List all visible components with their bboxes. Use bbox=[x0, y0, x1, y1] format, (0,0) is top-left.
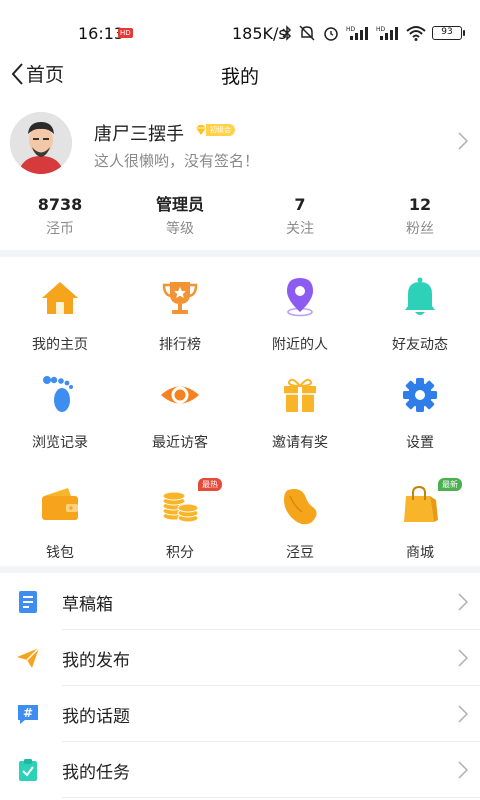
menu-item-my-posts[interactable]: 我的发布 bbox=[0, 630, 480, 686]
grid-item-mall[interactable]: 最新 商城 bbox=[360, 472, 480, 568]
menu-item-label: 我的任务 bbox=[62, 763, 130, 783]
signature: 这人很懒哟，没有签名！ bbox=[94, 152, 260, 170]
chevron-right-icon bbox=[458, 132, 468, 150]
status-bar: 16:13 HD 185K/s HD HD 93 bbox=[0, 0, 480, 52]
wallet-icon bbox=[42, 488, 78, 520]
section-divider bbox=[0, 250, 480, 257]
grid-item-label: 我的主页 bbox=[32, 337, 88, 353]
grid-item-label: 浏览记录 bbox=[32, 435, 88, 451]
grid-item-nearby[interactable]: 附近的人 bbox=[240, 264, 360, 360]
grid-item-friend-feed[interactable]: 好友动态 bbox=[360, 264, 480, 360]
section-divider bbox=[0, 566, 480, 573]
menu-item-label: 草稿箱 bbox=[62, 595, 113, 615]
stat-value: 管理员 bbox=[155, 195, 204, 214]
bean-icon bbox=[284, 489, 317, 525]
chevron-right-icon bbox=[458, 705, 468, 723]
trophy-icon bbox=[162, 282, 198, 314]
stat-value: 12 bbox=[408, 195, 432, 214]
menu-item-my-tasks[interactable]: 我的任务 bbox=[0, 742, 480, 798]
alarm-icon bbox=[324, 27, 338, 41]
hashtag-icon: # bbox=[18, 705, 38, 724]
battery-indicator: 93 bbox=[432, 26, 465, 40]
location-pin-icon bbox=[287, 278, 313, 317]
grid-item-label: 最近访客 bbox=[152, 435, 208, 451]
stat-label: 泾币 bbox=[46, 221, 74, 237]
stat-following[interactable]: 7 关注 bbox=[240, 192, 360, 242]
hot-tag: 最热 bbox=[198, 478, 222, 491]
paper-plane-icon bbox=[17, 647, 40, 668]
level-badge: 初级会 bbox=[194, 122, 240, 138]
svg-text:#: # bbox=[23, 706, 33, 720]
nav-bar: 首页 我的 bbox=[0, 52, 480, 96]
grid-item-points[interactable]: 最热 积分 bbox=[120, 472, 240, 568]
grid-item-label: 邀请有奖 bbox=[272, 435, 328, 451]
grid-item-history[interactable]: 浏览记录 bbox=[0, 362, 120, 458]
level-badge-label: 初级会 bbox=[206, 124, 235, 136]
gear-icon bbox=[403, 378, 437, 412]
bell-icon bbox=[405, 277, 435, 315]
avatar[interactable] bbox=[10, 112, 72, 174]
stat-label: 关注 bbox=[286, 221, 314, 237]
mute-bell-icon bbox=[299, 25, 315, 41]
chevron-right-icon bbox=[458, 649, 468, 667]
notification-badge: HD bbox=[118, 28, 133, 38]
menu-item-drafts[interactable]: 草稿箱 bbox=[0, 574, 480, 630]
menu-list: 草稿箱 我的发布 # 我的话题 我的任务 bbox=[0, 574, 480, 798]
signal-hd-icon-2: HD bbox=[376, 26, 398, 40]
network-speed: 185K/s bbox=[232, 24, 287, 43]
stat-value: 8738 bbox=[37, 195, 83, 214]
grid-item-leaderboard[interactable]: 排行榜 bbox=[120, 264, 240, 360]
svg-text:HD: HD bbox=[346, 26, 356, 33]
grid-item-label: 泾豆 bbox=[286, 545, 314, 561]
home-icon bbox=[42, 282, 78, 314]
grid-item-settings[interactable]: 设置 bbox=[360, 362, 480, 458]
task-clipboard-icon bbox=[19, 759, 37, 781]
grid-item-label: 好友动态 bbox=[392, 337, 448, 353]
profile-header[interactable]: 唐尸三摆手 初级会 这人很懒哟，没有签名！ bbox=[0, 106, 480, 180]
feature-grid: 我的主页 排行榜 附近的人 好友动态 浏览记录 最近访客 邀请有奖 设置 钱包 … bbox=[0, 264, 480, 570]
grid-item-label: 排行榜 bbox=[159, 337, 201, 353]
chevron-right-icon bbox=[458, 593, 468, 611]
svg-text:HD: HD bbox=[376, 26, 386, 33]
menu-item-label: 我的发布 bbox=[62, 651, 130, 671]
grid-item-beans[interactable]: 泾豆 bbox=[240, 472, 360, 568]
grid-item-label: 设置 bbox=[406, 435, 434, 451]
stat-fans[interactable]: 12 粉丝 bbox=[360, 192, 480, 242]
signal-hd-icon: HD bbox=[346, 26, 368, 40]
grid-item-label: 附近的人 bbox=[272, 337, 328, 353]
wifi-icon bbox=[406, 26, 426, 41]
row-divider bbox=[62, 797, 480, 798]
avatar-image bbox=[10, 112, 72, 174]
bluetooth-icon bbox=[282, 25, 292, 41]
eye-icon bbox=[161, 386, 199, 404]
draft-icon bbox=[19, 591, 37, 613]
menu-item-label: 我的话题 bbox=[62, 707, 130, 727]
stat-level[interactable]: 管理员 等级 bbox=[120, 192, 240, 242]
chevron-right-icon bbox=[458, 761, 468, 779]
shopping-bag-icon bbox=[404, 485, 438, 522]
stats-row: 8738 泾币 管理员 等级 7 关注 12 粉丝 bbox=[0, 192, 480, 242]
grid-item-label: 积分 bbox=[166, 545, 194, 561]
grid-item-label: 钱包 bbox=[46, 545, 74, 561]
stat-value: 7 bbox=[294, 195, 306, 214]
grid-item-homepage[interactable]: 我的主页 bbox=[0, 264, 120, 360]
menu-item-my-topics[interactable]: # 我的话题 bbox=[0, 686, 480, 742]
stat-label: 粉丝 bbox=[406, 221, 434, 237]
stat-coins[interactable]: 8738 泾币 bbox=[0, 192, 120, 242]
grid-item-visitors[interactable]: 最近访客 bbox=[120, 362, 240, 458]
grid-item-label: 商城 bbox=[406, 545, 434, 561]
username: 唐尸三摆手 bbox=[94, 124, 184, 145]
gift-icon bbox=[284, 378, 316, 412]
grid-item-wallet[interactable]: 钱包 bbox=[0, 472, 120, 568]
footprint-icon bbox=[43, 376, 73, 412]
page-title: 我的 bbox=[220, 66, 259, 88]
coins-icon bbox=[162, 491, 199, 523]
new-tag: 最新 bbox=[438, 478, 462, 491]
grid-item-invite[interactable]: 邀请有奖 bbox=[240, 362, 360, 458]
stat-label: 等级 bbox=[166, 221, 194, 237]
